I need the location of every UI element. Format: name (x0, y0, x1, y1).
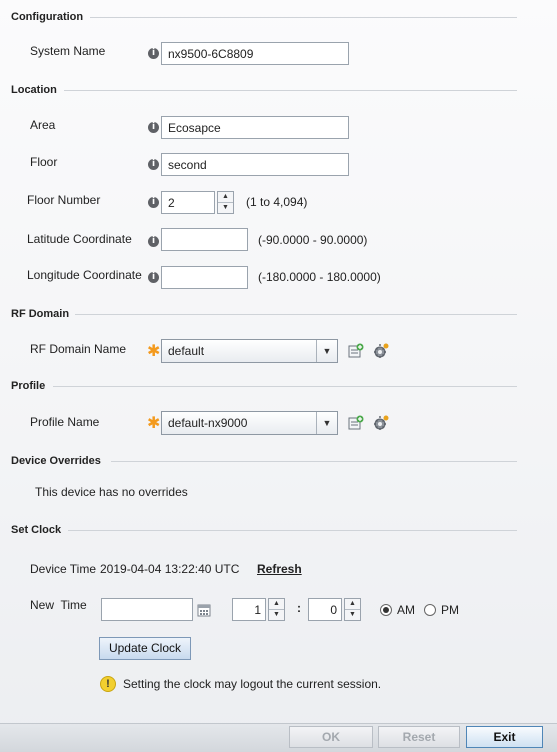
reset-button[interactable]: Reset (378, 726, 460, 748)
area-input[interactable] (161, 116, 349, 139)
stepper-down-icon[interactable]: ▼ (269, 610, 284, 620)
pm-radio[interactable] (424, 604, 436, 616)
area-label: Area (30, 118, 56, 132)
section-divider (111, 461, 517, 462)
floor-number-range-hint: (1 to 4,094) (246, 195, 308, 209)
section-divider (64, 90, 517, 91)
section-divider (68, 530, 517, 531)
rf-domain-name-label: RF Domain Name (30, 342, 127, 356)
info-icon[interactable]: i (148, 122, 159, 133)
warning-icon: ! (100, 676, 116, 692)
create-new-icon[interactable] (348, 343, 364, 359)
calendar-icon[interactable] (197, 603, 211, 617)
latitude-input[interactable] (161, 228, 248, 251)
info-icon[interactable]: i (148, 272, 159, 283)
floor-label: Floor (30, 155, 58, 169)
latitude-range-hint: (-90.0000 - 90.0000) (258, 233, 368, 247)
info-icon[interactable]: i (148, 236, 159, 247)
stepper-down-icon[interactable]: ▼ (345, 610, 360, 620)
clock-warning-text: Setting the clock may logout the current… (123, 677, 382, 691)
date-input[interactable] (101, 598, 193, 621)
floor-number-stepper[interactable]: ▲ ▼ (217, 191, 234, 214)
hour-stepper[interactable]: ▲ ▼ (268, 598, 285, 621)
exit-button[interactable]: Exit (466, 726, 543, 748)
rf-domain-select[interactable]: default ▼ (161, 339, 338, 363)
stepper-down-icon[interactable]: ▼ (218, 203, 233, 213)
gear-edit-icon[interactable] (373, 415, 389, 431)
floor-number-label: Floor Number (27, 193, 101, 207)
required-star-icon: ✱ (147, 415, 161, 432)
section-title-configuration: Configuration (11, 11, 84, 23)
longitude-range-hint: (-180.0000 - 180.0000) (258, 270, 381, 284)
gear-edit-icon[interactable] (373, 343, 389, 359)
pm-label[interactable]: PM (441, 603, 459, 617)
system-name-input[interactable] (161, 42, 349, 65)
minute-stepper[interactable]: ▲ ▼ (344, 598, 361, 621)
update-clock-button[interactable]: Update Clock (99, 637, 191, 660)
stepper-up-icon[interactable]: ▲ (218, 192, 233, 203)
info-icon[interactable]: i (148, 197, 159, 208)
latitude-label: Latitude Coordinate (27, 232, 132, 246)
chevron-down-icon[interactable]: ▼ (316, 412, 337, 434)
refresh-link[interactable]: Refresh (257, 562, 302, 576)
section-divider (90, 17, 517, 18)
am-label[interactable]: AM (397, 603, 415, 617)
longitude-label: Longitude Coordinate (27, 268, 142, 282)
no-overrides-message: This device has no overrides (35, 485, 188, 499)
stepper-up-icon[interactable]: ▲ (269, 599, 284, 610)
am-radio[interactable] (380, 604, 392, 616)
info-icon[interactable]: i (148, 48, 159, 59)
rf-domain-selected-value: default (168, 344, 205, 358)
time-separator: : (297, 601, 301, 615)
section-title-set-clock: Set Clock (11, 524, 62, 536)
profile-selected-value: default-nx9000 (168, 416, 248, 430)
section-title-profile: Profile (11, 380, 46, 392)
system-name-label: System Name (30, 44, 106, 58)
chevron-down-icon[interactable]: ▼ (316, 340, 337, 362)
ok-button[interactable]: OK (289, 726, 373, 748)
stepper-up-icon[interactable]: ▲ (345, 599, 360, 610)
profile-name-label: Profile Name (30, 415, 100, 429)
minute-input[interactable] (308, 598, 342, 621)
info-icon[interactable]: i (148, 159, 159, 170)
floor-number-input[interactable] (161, 191, 215, 214)
new-time-label: New Time (30, 598, 87, 612)
longitude-input[interactable] (161, 266, 248, 289)
section-title-device-overrides: Device Overrides (11, 455, 101, 467)
section-title-rf-domain: RF Domain (11, 308, 70, 320)
section-title-location: Location (11, 84, 57, 96)
device-time-label: Device Time (30, 562, 97, 576)
floor-input[interactable] (161, 153, 349, 176)
device-time-value: 2019-04-04 13:22:40 UTC (100, 562, 240, 576)
hour-input[interactable] (232, 598, 266, 621)
required-star-icon: ✱ (147, 343, 161, 360)
create-new-icon[interactable] (348, 415, 364, 431)
section-divider (75, 314, 517, 315)
profile-select[interactable]: default-nx9000 ▼ (161, 411, 338, 435)
section-divider (53, 386, 517, 387)
